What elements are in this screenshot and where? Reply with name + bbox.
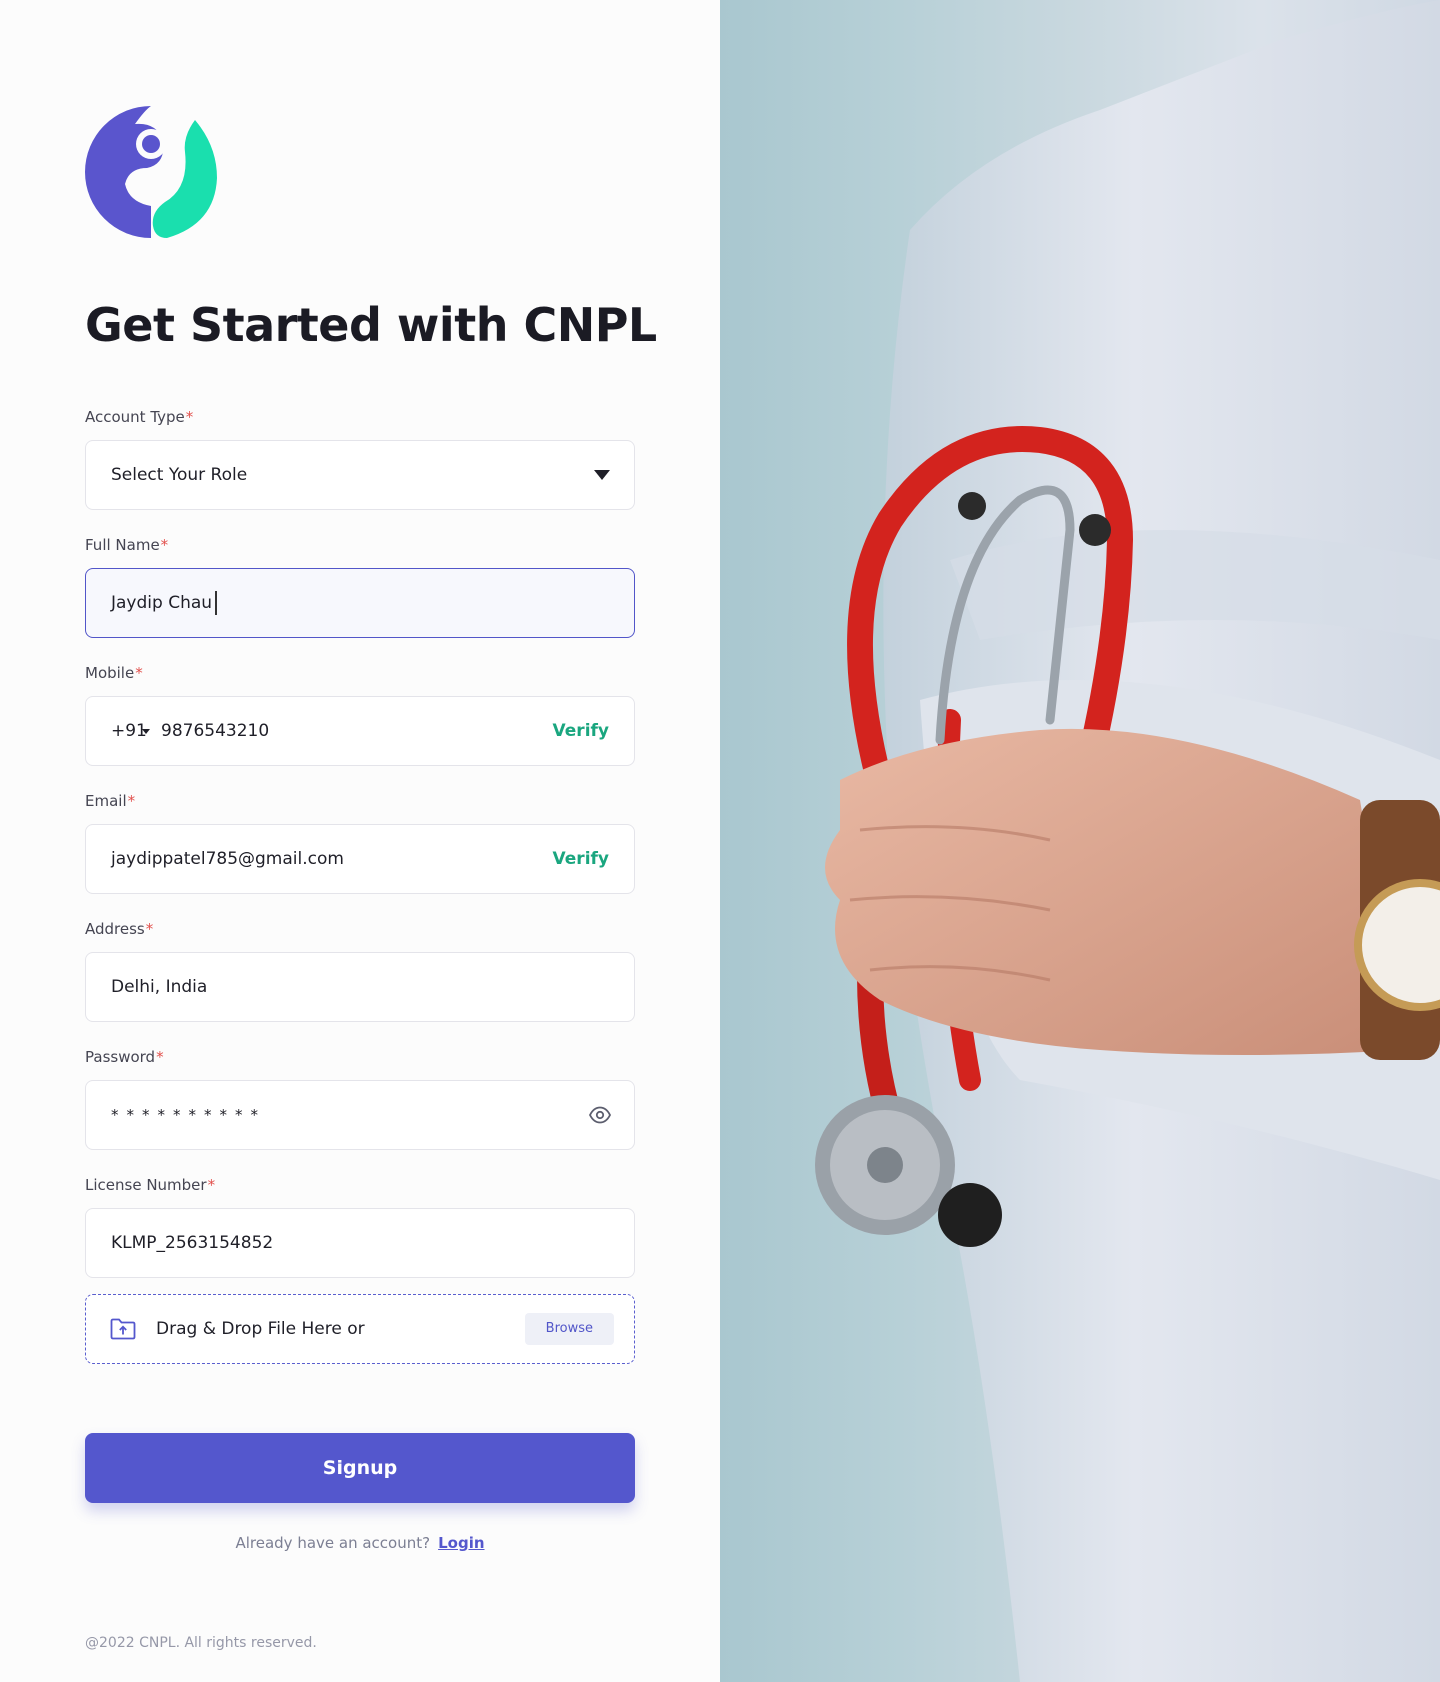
email-label-text: Email xyxy=(85,792,127,810)
copyright-footer: @2022 CNPL. All rights reserved. xyxy=(85,1635,317,1651)
password-input[interactable]: ********** xyxy=(85,1080,635,1150)
license-number-label-text: License Number xyxy=(85,1176,207,1194)
cnpl-logo xyxy=(85,106,217,238)
signup-panel: Get Started with CNPL Account Type* Sele… xyxy=(0,0,720,1682)
file-drop-zone[interactable]: Drag & Drop File Here or Browse xyxy=(85,1294,635,1364)
license-number-label: License Number* xyxy=(85,1176,215,1194)
account-type-value: Select Your Role xyxy=(111,465,248,485)
required-mark: * xyxy=(127,792,136,810)
account-type-label: Account Type* xyxy=(85,408,193,426)
email-value: jaydippatel785@gmail.com xyxy=(111,849,344,869)
password-label: Password* xyxy=(85,1048,164,1066)
full-name-value: Jaydip Chau xyxy=(111,593,213,613)
address-label-text: Address xyxy=(85,920,145,938)
required-mark: * xyxy=(135,664,143,682)
full-name-label: Full Name* xyxy=(85,536,168,554)
license-number-input[interactable]: KLMP_2563154852 xyxy=(85,1208,635,1278)
verify-email-button[interactable]: Verify xyxy=(553,849,609,869)
address-input[interactable]: Delhi, India xyxy=(85,952,635,1022)
password-masked-value: ********** xyxy=(111,1106,266,1124)
license-number-value: KLMP_2563154852 xyxy=(111,1233,274,1253)
required-mark: * xyxy=(160,536,169,554)
required-mark: * xyxy=(145,920,154,938)
signup-button[interactable]: Signup xyxy=(85,1433,635,1503)
drop-zone-text: Drag & Drop File Here or xyxy=(156,1319,365,1339)
dropdown-arrow-icon[interactable] xyxy=(594,470,610,480)
required-mark: * xyxy=(207,1176,216,1194)
full-name-label-text: Full Name xyxy=(85,536,160,554)
address-label: Address* xyxy=(85,920,153,938)
page-title: Get Started with CNPL xyxy=(85,298,657,352)
account-type-label-text: Account Type xyxy=(85,408,185,426)
email-label: Email* xyxy=(85,792,135,810)
hero-image-panel xyxy=(720,0,1440,1682)
text-cursor xyxy=(215,591,217,615)
eye-icon[interactable] xyxy=(588,1103,612,1127)
mobile-label-text: Mobile xyxy=(85,664,135,682)
login-prompt: Already have an account? Login xyxy=(85,1534,635,1552)
required-mark: * xyxy=(156,1048,164,1066)
doctor-stethoscope-image xyxy=(815,0,1440,1682)
mobile-value: 9876543210 xyxy=(161,721,270,741)
mobile-label: Mobile* xyxy=(85,664,143,682)
mobile-input[interactable]: +91 9876543210 Verify xyxy=(85,696,635,766)
login-link[interactable]: Login xyxy=(438,1534,484,1552)
full-name-input[interactable]: Jaydip Chau xyxy=(85,568,635,638)
country-code-caret-icon[interactable] xyxy=(142,729,150,734)
account-type-select[interactable]: Select Your Role xyxy=(85,440,635,510)
verify-mobile-button[interactable]: Verify xyxy=(553,721,609,741)
address-value: Delhi, India xyxy=(111,977,208,997)
browse-button[interactable]: Browse xyxy=(524,1313,614,1345)
full-name-value-wrap: Jaydip Chau xyxy=(111,591,217,615)
password-label-text: Password xyxy=(85,1048,156,1066)
required-mark: * xyxy=(185,408,194,426)
folder-upload-icon xyxy=(110,1318,136,1340)
email-input[interactable]: jaydippatel785@gmail.com Verify xyxy=(85,824,635,894)
login-prompt-text: Already have an account? xyxy=(235,1534,431,1552)
